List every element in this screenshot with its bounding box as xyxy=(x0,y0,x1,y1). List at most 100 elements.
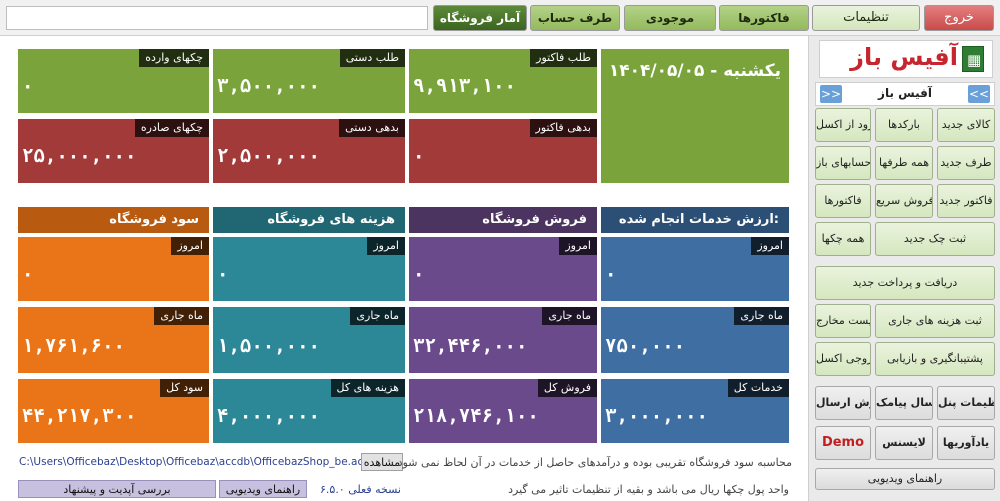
profit-today-tile: امروز ۰ xyxy=(18,237,209,301)
import-excel-button[interactable]: ورود از اکسل xyxy=(815,108,871,142)
logo: آفیس باز ▦ xyxy=(819,40,993,78)
logo-text: آفیس باز xyxy=(850,43,958,71)
tab-inventory[interactable]: موجودی xyxy=(624,5,716,31)
incoming-cheques-label: چکهای وارده xyxy=(139,49,209,67)
expenses-total-label: هزینه های کل xyxy=(330,379,405,397)
expenses-total-value: ۴,۰۰۰,۰۰۰ xyxy=(217,405,320,427)
profit-total-label: سود کل xyxy=(160,379,209,397)
quick-sale-button[interactable]: فروش سریع xyxy=(875,184,933,218)
nav-prev-button[interactable]: << xyxy=(968,85,990,103)
sales-total-value: ۲۱۸,۷۴۶,۱۰۰ xyxy=(413,405,539,427)
services-total-label: خدمات کل xyxy=(727,379,789,397)
invoices-button[interactable]: فاکتورها xyxy=(815,184,871,218)
profit-today-label: امروز xyxy=(171,237,209,255)
exit-button[interactable]: خروج xyxy=(924,5,994,31)
expenses-today-tile: امروز ۰ xyxy=(213,237,405,301)
expenses-total-tile: هزینه های کل ۴,۰۰۰,۰۰۰ xyxy=(213,379,405,443)
expenses-today-label: امروز xyxy=(367,237,405,255)
nav-next-button[interactable]: >> xyxy=(820,85,842,103)
sales-total-tile: فروش کل ۲۱۸,۷۴۶,۱۰۰ xyxy=(409,379,597,443)
expenses-today-value: ۰ xyxy=(217,263,229,285)
profit-month-tile: ماه جاری ۱,۷۶۱,۶۰۰ xyxy=(18,307,209,373)
current-date: یکشنبه - ۱۴۰۴/۰۵/۰۵ xyxy=(608,61,781,81)
date-tile: یکشنبه - ۱۴۰۴/۰۵/۰۵ xyxy=(601,49,789,183)
send-report-button[interactable]: گزارش ارسال xyxy=(815,386,871,420)
profit-month-value: ۱,۷۶۱,۶۰۰ xyxy=(22,335,125,357)
new-item-button[interactable]: کالای جدید xyxy=(937,108,995,142)
manual-debt-label: بدهی دستی xyxy=(339,119,405,137)
all-parties-button[interactable]: همه طرفها xyxy=(875,146,933,180)
manual-demand-value: ۳,۵۰۰,۰۰۰ xyxy=(217,75,320,97)
expenses-header: هزینه های فروشگاه xyxy=(213,207,405,233)
demo-button[interactable]: Demo xyxy=(815,426,871,460)
services-month-tile: ماه جاری ۷۵۰,۰۰۰ xyxy=(601,307,789,373)
services-today-label: امروز xyxy=(751,237,789,255)
sales-month-label: ماه جاری xyxy=(542,307,597,325)
video-guide-sidebar-button[interactable]: راهنمای ویدیویی xyxy=(815,468,995,490)
currency-note: واحد پول چکها ریال می باشد و بقیه از تنظ… xyxy=(508,483,789,496)
sales-header: فروش فروشگاه xyxy=(409,207,597,233)
tab-accounts[interactable]: طرف حساب xyxy=(530,5,620,31)
send-sms-button[interactable]: ارسال پیامک xyxy=(875,386,933,420)
panel-settings-button[interactable]: تنظیمات پنل xyxy=(937,386,995,420)
sidebar: آفیس باز ▦ >> آفیس باز << ورود از اکسل ب… xyxy=(808,36,1000,501)
invoice-debt-value: ۰ xyxy=(413,145,425,167)
services-month-label: ماه جاری xyxy=(734,307,789,325)
manual-demand-tile[interactable]: طلب دستی ۳,۵۰۰,۰۰۰ xyxy=(213,49,405,113)
excel-export-button[interactable]: خروجی اکسل xyxy=(815,342,871,376)
profit-total-tile: سود کل ۴۴,۲۱۷,۳۰۰ xyxy=(18,379,209,443)
issued-cheques-label: چکهای صادره xyxy=(134,119,209,137)
incoming-cheques-tile[interactable]: چکهای وارده ۰ xyxy=(18,49,209,113)
issued-cheques-value: ۲۵,۰۰۰,۰۰۰ xyxy=(22,145,137,167)
top-toolbar: آمار فروشگاه طرف حساب موجودی فاکتورها تن… xyxy=(0,0,1000,36)
barcodes-button[interactable]: بارکدها xyxy=(875,108,933,142)
manual-debt-tile[interactable]: بدهی دستی ۲,۵۰۰,۰۰۰ xyxy=(213,119,405,183)
excel-grid-icon: ▦ xyxy=(962,46,984,72)
reminders-button[interactable]: یادآوریها xyxy=(937,426,995,460)
services-month-value: ۷۵۰,۰۰۰ xyxy=(605,335,686,357)
sidebar-nav: >> آفیس باز << xyxy=(815,82,995,106)
invoice-demand-value: ۹,۹۱۳,۱۰۰ xyxy=(413,75,516,97)
sales-total-label: فروش کل xyxy=(537,379,597,397)
new-cheque-button[interactable]: ثبت چک جدید xyxy=(875,222,995,256)
new-expense-button[interactable]: ثبت هزینه های جاری xyxy=(875,304,995,338)
profit-today-value: ۰ xyxy=(22,263,34,285)
video-guide-footer-button[interactable]: راهنمای ویدیویی xyxy=(219,480,307,498)
services-today-tile: امروز ۰ xyxy=(601,237,789,301)
database-path: C:\Users\Officebaz\Desktop\Officebaz\acc… xyxy=(19,456,383,468)
profit-month-label: ماه جاری xyxy=(154,307,209,325)
new-invoice-button[interactable]: فاکتور جدید xyxy=(937,184,995,218)
new-payment-button[interactable]: دریافت و پرداخت جدید xyxy=(815,266,995,300)
profit-total-value: ۴۴,۲۱۷,۳۰۰ xyxy=(22,405,137,427)
profit-header: سود فروشگاه xyxy=(18,207,209,233)
services-header: ارزش خدمات انجام شده: xyxy=(601,207,789,233)
services-total-tile: خدمات کل ۳,۰۰۰,۰۰۰ xyxy=(601,379,789,443)
sales-month-tile: ماه جاری ۳۲,۴۴۶,۰۰۰ xyxy=(409,307,597,373)
sales-today-value: ۰ xyxy=(413,263,425,285)
manual-demand-label: طلب دستی xyxy=(339,49,405,67)
accounts-button[interactable]: حسابهای باز xyxy=(815,146,871,180)
sales-today-tile: امروز ۰ xyxy=(409,237,597,301)
expense-list-button[interactable]: لیست مخارج xyxy=(815,304,871,338)
check-updates-button[interactable]: بررسی آپدیت و پیشنهاد xyxy=(18,480,216,498)
license-button[interactable]: لایسنس xyxy=(875,426,933,460)
expenses-month-tile: ماه جاری ۱,۵۰۰,۰۰۰ xyxy=(213,307,405,373)
expenses-month-label: ماه جاری xyxy=(350,307,405,325)
all-cheques-button[interactable]: همه چکها xyxy=(815,222,871,256)
tab-shop-stats[interactable]: آمار فروشگاه xyxy=(433,5,527,31)
manual-debt-value: ۲,۵۰۰,۰۰۰ xyxy=(217,145,320,167)
tab-settings[interactable]: تنظیمات xyxy=(812,5,920,31)
services-today-value: ۰ xyxy=(605,263,617,285)
services-total-value: ۳,۰۰۰,۰۰۰ xyxy=(605,405,708,427)
incoming-cheques-value: ۰ xyxy=(22,75,34,97)
invoice-demand-label: طلب فاکتور xyxy=(530,49,597,67)
backup-button[interactable]: پشتیبانگیری و بازیابی xyxy=(875,342,995,376)
tab-invoices[interactable]: فاکتورها xyxy=(719,5,809,31)
invoice-demand-tile[interactable]: طلب فاکتور ۹,۹۱۳,۱۰۰ xyxy=(409,49,597,113)
invoice-debt-tile[interactable]: بدهی فاکتور ۰ xyxy=(409,119,597,183)
issued-cheques-tile[interactable]: چکهای صادره ۲۵,۰۰۰,۰۰۰ xyxy=(18,119,209,183)
sales-today-label: امروز xyxy=(559,237,597,255)
invoice-debt-label: بدهی فاکتور xyxy=(529,119,597,137)
new-party-button[interactable]: طرف جدید xyxy=(937,146,995,180)
top-search-input[interactable] xyxy=(6,6,428,30)
